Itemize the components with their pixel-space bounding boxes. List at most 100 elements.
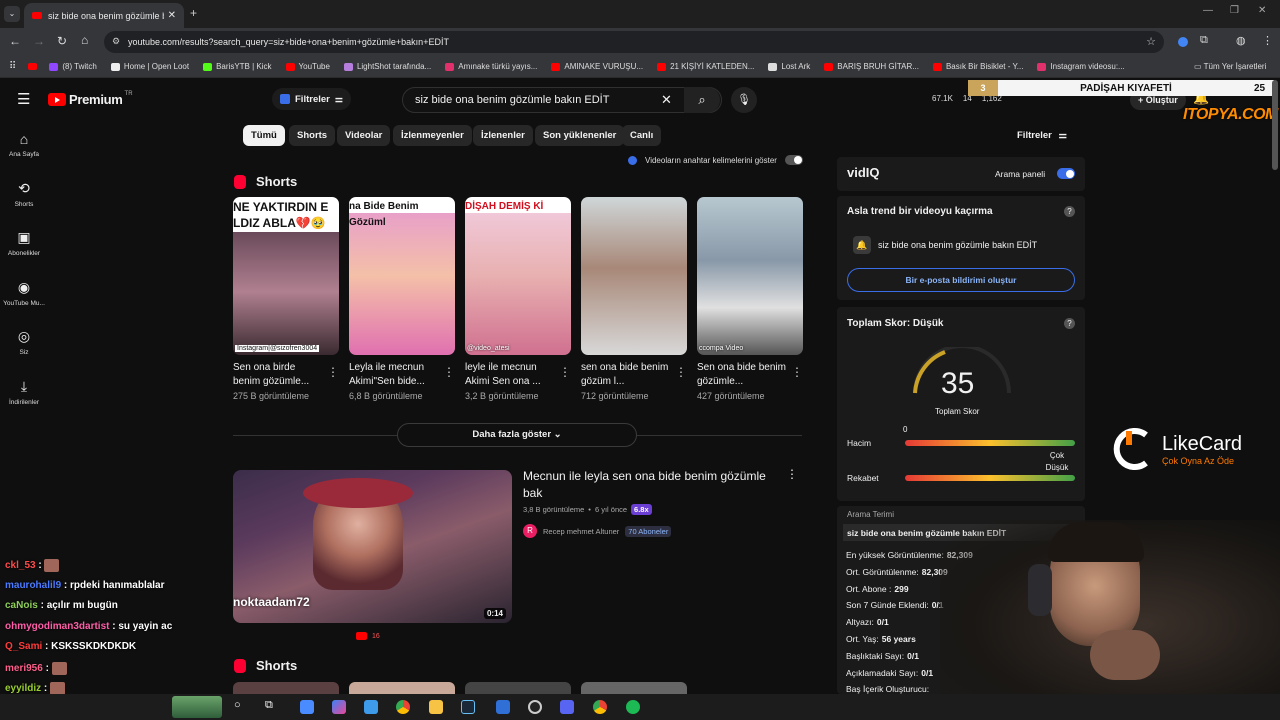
keywords-toggle-row[interactable]: Videoların anahtar kelimelerini göster <box>628 155 803 165</box>
discord-icon[interactable] <box>560 700 574 714</box>
obs-icon[interactable] <box>528 700 542 714</box>
extension-icon[interactable] <box>1178 37 1188 47</box>
bookmark-item[interactable]: 21 KİŞİYİ KATLEDEN... <box>657 62 754 71</box>
short-thumbnail[interactable]: NE YAKTIRDIN E LDIZ ABLA💔🥹 Instagram|@siz… <box>233 197 339 355</box>
vidiq-filters-button[interactable]: Filtreler ⚌ <box>272 88 351 110</box>
page-scrollbar[interactable] <box>1272 80 1278 170</box>
bookmark-item[interactable]: Amınake türkü yayıs... <box>445 62 537 71</box>
short-card[interactable]: na Bide Benim Gözüml Leyla ile mecnun Aki… <box>349 197 455 401</box>
bookmark-item[interactable]: BARIŞ BRUH GİTAR... <box>824 62 919 71</box>
keywords-toggle-switch[interactable] <box>784 155 803 165</box>
app-icon[interactable] <box>496 700 510 714</box>
youtube-logo[interactable]: Premium TR <box>48 91 133 107</box>
clear-search-icon[interactable]: ✕ <box>661 92 672 108</box>
task-view-icon[interactable]: ⧉ <box>265 699 273 712</box>
bookmark-item[interactable]: AMINAKE VURUŞU... <box>551 62 643 71</box>
filter-chip[interactable]: Videolar <box>337 125 391 146</box>
help-icon[interactable]: ? <box>1064 318 1075 329</box>
tab-menu-button[interactable]: ⌄ <box>4 6 20 22</box>
copilot-icon[interactable] <box>332 700 346 714</box>
sidebar-item-home[interactable]: ⌂ Ana Sayfa <box>0 131 48 158</box>
video-title[interactable]: Mecnun ile leyla sen ona bide benim gözü… <box>523 468 773 502</box>
show-more-button[interactable]: Daha fazla göster ⌄ <box>397 423 637 447</box>
short-thumb-peek[interactable] <box>581 682 687 694</box>
short-thumbnail[interactable] <box>581 197 687 355</box>
spotify-icon[interactable] <box>626 700 640 714</box>
bookmark-item[interactable]: (8) Twitch <box>49 62 97 71</box>
menu-dots-icon[interactable]: ⋮ <box>1262 34 1273 47</box>
short-thumbnail[interactable]: na Bide Benim Gözüml <box>349 197 455 355</box>
extensions-puzzle-icon[interactable]: ⧉ <box>1200 34 1208 47</box>
sidebar-item-downloads[interactable]: ⤓ İndirilenler <box>0 378 48 406</box>
short-title[interactable]: Leyla ile mecnun Akimi"Sen bide... <box>349 361 439 389</box>
site-info-icon[interactable]: ⚙ <box>112 36 120 47</box>
short-thumb-peek[interactable] <box>349 682 455 694</box>
voice-search-button[interactable]: 🎙 <box>731 87 757 113</box>
short-more-icon[interactable]: ⋮ <box>443 365 455 379</box>
taskbar-app-icon[interactable] <box>300 700 314 714</box>
short-more-icon[interactable]: ⋮ <box>791 365 803 379</box>
filter-chip[interactable]: İzlenenler <box>473 125 533 146</box>
short-thumbnail[interactable]: DİŞAH DEMİŞ Kİ @video_atesi <box>465 197 571 355</box>
video-more-icon[interactable]: ⋮ <box>786 467 798 481</box>
short-title[interactable]: Sen ona bide benim gözümle... <box>697 361 787 389</box>
minimize-icon[interactable]: — <box>1203 5 1213 16</box>
filter-chip[interactable]: İzlenmeyenler <box>393 125 472 146</box>
search-panel-toggle[interactable] <box>1057 168 1075 179</box>
hamburger-menu-icon[interactable]: ☰ <box>17 90 30 108</box>
bookmark-star-icon[interactable]: ☆ <box>1146 35 1156 48</box>
filter-chip[interactable]: Tümü <box>243 125 285 146</box>
short-title[interactable]: sen ona bide benim gözüm l... <box>581 361 671 389</box>
short-more-icon[interactable]: ⋮ <box>559 365 571 379</box>
bookmark-item[interactable]: YouTube <box>285 62 330 71</box>
search-button[interactable]: ⌕ <box>684 87 720 113</box>
address-bar[interactable]: ⚙ youtube.com/results?search_query=siz+b… <box>104 31 1164 53</box>
browser-tab[interactable]: siz bide ona benim gözümle ba ✕ <box>24 3 184 28</box>
filter-chip[interactable]: Shorts <box>289 125 336 146</box>
sidebar-item-youtube-music[interactable]: ◉ YouTube Mu... <box>0 279 48 307</box>
short-card[interactable]: sen ona bide benim gözüm l... 712 görüntü… <box>581 197 687 401</box>
short-thumb-peek[interactable] <box>233 682 339 694</box>
filter-chip[interactable]: Son yüklenenler <box>535 125 625 146</box>
profile-icon[interactable]: ◍ <box>1236 34 1246 47</box>
help-icon[interactable]: ? <box>1064 206 1075 217</box>
all-bookmarks[interactable]: ▭ Tüm Yer İşaretleri <box>1194 62 1266 71</box>
video-thumbnail[interactable]: noktaadam72 0:14 <box>233 470 512 623</box>
filter-chip[interactable]: Canlı <box>622 125 662 146</box>
new-tab-button[interactable]: + <box>190 6 197 20</box>
bookmark-item[interactable]: BarisYTB | Kick <box>203 62 272 71</box>
home-icon[interactable]: ⌂ <box>81 33 88 47</box>
short-card[interactable]: DİŞAH DEMİŞ Kİ @video_atesileyle ile mecn… <box>465 197 571 401</box>
short-more-icon[interactable]: ⋮ <box>675 365 687 379</box>
chrome-icon[interactable] <box>593 700 607 714</box>
short-thumb-peek[interactable] <box>465 682 571 694</box>
bookmark-item[interactable]: LightShot tarafında... <box>343 62 431 71</box>
video-channel[interactable]: R Recep mehmet Altuner 70 Aboneler <box>523 524 672 538</box>
short-title[interactable]: Sen ona birde benim gözümle... <box>233 361 323 389</box>
reload-icon[interactable]: ↻ <box>57 34 67 48</box>
search-icon[interactable]: ○ <box>234 699 241 711</box>
chrome-icon[interactable] <box>396 700 410 714</box>
apps-grid-icon[interactable]: ⠿ <box>9 61 16 72</box>
bookmark-item[interactable]: Home | Open Loot <box>110 62 189 71</box>
short-title[interactable]: leyle ile mecnun Akimi Sen ona ... <box>465 361 555 389</box>
short-thumbnail[interactable]: ccompa Video <box>697 197 803 355</box>
close-window-icon[interactable]: ✕ <box>1258 5 1266 16</box>
search-input[interactable]: siz bide ona benim gözümle bakın EDİT ✕ <box>402 87 722 113</box>
sidebar-item-shorts[interactable]: ⟲ Shorts <box>0 180 48 208</box>
email-alert-button[interactable]: Bir e-posta bildirimi oluştur <box>847 268 1075 292</box>
bookmark-item[interactable]: Lost Ark <box>768 62 810 71</box>
forward-icon[interactable]: → <box>33 34 45 48</box>
sidebar-item-you[interactable]: ◎ Siz <box>0 328 48 356</box>
short-card[interactable]: NE YAKTIRDIN E LDIZ ABLA💔🥹 Instagram|@siz… <box>233 197 339 401</box>
filters-right-button[interactable]: Filtreler ⚌ <box>1017 130 1067 141</box>
short-more-icon[interactable]: ⋮ <box>327 365 339 379</box>
sidebar-item-subscriptions[interactable]: ▣ Abonelikler <box>0 229 48 257</box>
bookmark-item[interactable]: Instagram videosu:... <box>1037 62 1125 71</box>
youtube-bookmark-icon[interactable] <box>28 63 38 70</box>
back-icon[interactable]: ← <box>9 34 21 48</box>
close-tab-icon[interactable]: ✕ <box>168 10 176 21</box>
file-explorer-icon[interactable] <box>429 700 443 714</box>
bookmark-item[interactable]: Basık Bir Bisiklet - Y... <box>932 62 1023 71</box>
steam-icon[interactable] <box>461 700 475 714</box>
